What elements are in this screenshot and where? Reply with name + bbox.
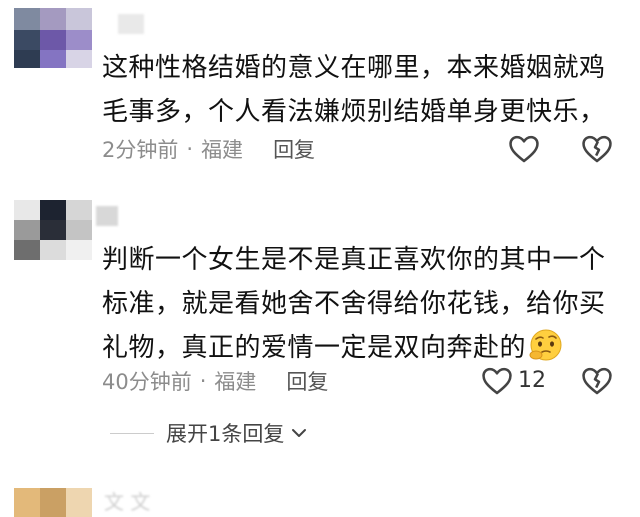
expand-replies-label: 展开1条回复 <box>166 422 285 446</box>
separator-dot: · <box>186 137 194 161</box>
reply-button[interactable]: 回复 <box>286 366 328 396</box>
divider-line <box>110 432 154 434</box>
comment-time: 2分钟前 <box>102 138 179 162</box>
like-button[interactable] <box>480 364 514 398</box>
comment-3-partial: 文 文 <box>0 482 640 517</box>
dislike-button[interactable] <box>580 132 614 166</box>
heart-outline-icon <box>509 135 539 163</box>
comment-time: 40分钟前 <box>102 370 192 394</box>
expand-replies-button[interactable]: 展开1条回复 <box>110 418 308 448</box>
comment-text: 判断一个女生是不是真正喜欢你的其中一个标准，就是看她舍不舍得给你花钱，给你买礼物… <box>102 238 622 370</box>
reply-button[interactable]: 回复 <box>273 134 315 164</box>
broken-heart-icon <box>582 367 612 395</box>
username-partial: 文 文 <box>104 490 151 514</box>
avatar[interactable] <box>14 488 92 517</box>
separator-dot: · <box>199 369 207 393</box>
comment-2: 判断一个女生是不是真正喜欢你的其中一个标准，就是看她舍不舍得给你花钱，给你买礼物… <box>0 180 640 420</box>
dislike-button[interactable] <box>580 364 614 398</box>
comment-location: 福建 <box>214 370 257 394</box>
thinking-face-emoji <box>529 329 562 361</box>
comment-meta: 2分钟前 · 福建 回复 <box>102 134 315 164</box>
like-button[interactable] <box>507 132 541 166</box>
comment-meta: 40分钟前 · 福建 回复 <box>102 366 328 396</box>
avatar[interactable] <box>14 8 92 68</box>
username-blurred <box>118 14 144 34</box>
chevron-down-icon <box>292 429 307 437</box>
heart-outline-icon <box>482 367 512 395</box>
comment-1: 这种性格结婚的意义在哪里，本来婚姻就鸡毛事多，个人看法嫌烦别结婚单身更快乐， 2… <box>0 0 640 180</box>
username-blurred <box>96 206 118 226</box>
broken-heart-icon <box>582 135 612 163</box>
like-count: 12 <box>518 368 546 393</box>
avatar[interactable] <box>14 200 92 260</box>
comment-location: 福建 <box>201 138 244 162</box>
comment-text: 这种性格结婚的意义在哪里，本来婚姻就鸡毛事多，个人看法嫌烦别结婚单身更快乐， <box>102 53 606 127</box>
